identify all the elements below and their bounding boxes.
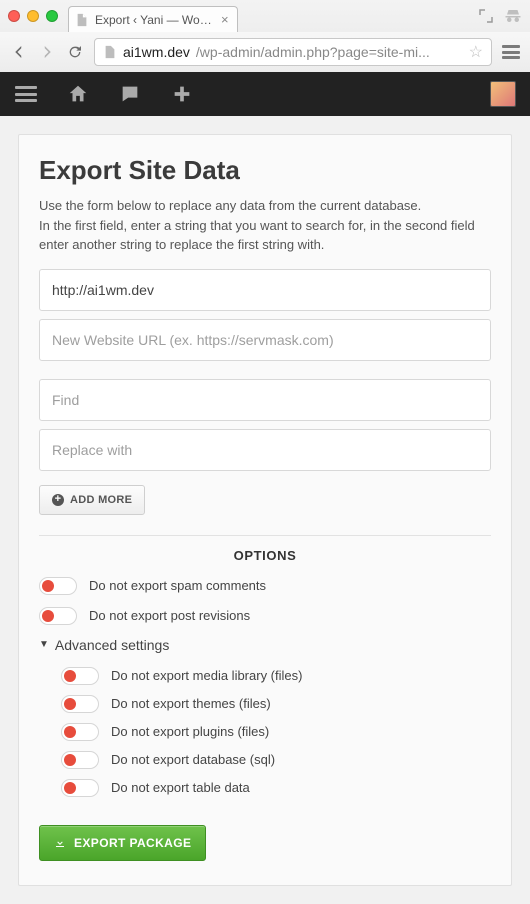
- export-button-label: EXPORT PACKAGE: [74, 836, 191, 850]
- toggle-themes[interactable]: [61, 695, 99, 713]
- toggle-media[interactable]: [61, 667, 99, 685]
- toggle-knob: [64, 726, 76, 738]
- address-bar[interactable]: ai1wm.dev/wp-admin/admin.php?page=site-m…: [94, 38, 492, 66]
- window-zoom-button[interactable]: [46, 10, 58, 22]
- option-tabledata-label: Do not export table data: [111, 780, 250, 795]
- toggle-knob: [64, 754, 76, 766]
- option-media-row: Do not export media library (files): [61, 667, 491, 685]
- wp-comments-link[interactable]: [118, 82, 142, 106]
- reload-button[interactable]: [66, 43, 84, 61]
- page-favicon-icon: [75, 13, 89, 27]
- tab-title: Export ‹ Yani — WordPress: [95, 13, 215, 27]
- page-icon: [103, 45, 117, 59]
- add-more-label: ADD MORE: [70, 494, 132, 506]
- comment-icon: [119, 83, 141, 105]
- toggle-knob: [64, 782, 76, 794]
- browser-toolbar: ai1wm.dev/wp-admin/admin.php?page=site-m…: [0, 32, 530, 72]
- export-package-button[interactable]: EXPORT PACKAGE: [39, 825, 206, 861]
- bookmark-star-icon[interactable]: ☆: [469, 42, 483, 62]
- url-path: /wp-admin/admin.php?page=site-mi...: [196, 44, 430, 60]
- intro-line-1: Use the form below to replace any data f…: [39, 198, 421, 213]
- window-close-button[interactable]: [8, 10, 20, 22]
- option-plugins-label: Do not export plugins (files): [111, 724, 269, 739]
- toggle-knob: [64, 698, 76, 710]
- option-themes-row: Do not export themes (files): [61, 695, 491, 713]
- advanced-settings-toggle[interactable]: ▼ Advanced settings: [39, 637, 491, 653]
- option-revisions-row: Do not export post revisions: [39, 607, 491, 625]
- intro-line-2: In the first field, enter a string that …: [39, 218, 475, 253]
- old-url-input[interactable]: [39, 269, 491, 311]
- wp-home-link[interactable]: [66, 82, 90, 106]
- page-title: Export Site Data: [39, 155, 491, 186]
- browser-titlebar: Export ‹ Yani — WordPress ×: [0, 0, 530, 32]
- window-minimize-button[interactable]: [27, 10, 39, 22]
- plus-icon: [171, 83, 193, 105]
- toggle-knob: [42, 580, 54, 592]
- new-url-input[interactable]: [39, 319, 491, 361]
- options-heading: OPTIONS: [39, 535, 491, 563]
- export-panel: Export Site Data Use the form below to r…: [18, 134, 512, 886]
- browser-menu-button[interactable]: [502, 43, 520, 61]
- option-spam-label: Do not export spam comments: [89, 578, 266, 593]
- option-database-label: Do not export database (sql): [111, 752, 275, 767]
- option-spam-row: Do not export spam comments: [39, 577, 491, 595]
- replace-input[interactable]: [39, 429, 491, 471]
- toggle-plugins[interactable]: [61, 723, 99, 741]
- toggle-revisions[interactable]: [39, 607, 77, 625]
- toggle-knob: [64, 670, 76, 682]
- tab-close-icon[interactable]: ×: [221, 12, 229, 27]
- option-database-row: Do not export database (sql): [61, 751, 491, 769]
- incognito-icon[interactable]: [504, 7, 522, 25]
- intro-text: Use the form below to replace any data f…: [39, 196, 491, 255]
- wp-user-avatar[interactable]: [490, 81, 516, 107]
- browser-chrome: Export ‹ Yani — WordPress × ai1wm.dev/wp…: [0, 0, 530, 72]
- wp-new-link[interactable]: [170, 82, 194, 106]
- browser-tab[interactable]: Export ‹ Yani — WordPress ×: [68, 6, 238, 32]
- wp-admin-bar: [0, 72, 530, 116]
- option-revisions-label: Do not export post revisions: [89, 608, 250, 623]
- caret-down-icon: ▼: [39, 639, 49, 650]
- toggle-knob: [42, 610, 54, 622]
- hamburger-icon: [502, 45, 520, 59]
- option-plugins-row: Do not export plugins (files): [61, 723, 491, 741]
- forward-button[interactable]: [38, 43, 56, 61]
- toggle-spam[interactable]: [39, 577, 77, 595]
- expand-icon[interactable]: [478, 8, 494, 24]
- option-media-label: Do not export media library (files): [111, 668, 302, 683]
- add-more-button[interactable]: + ADD MORE: [39, 485, 145, 515]
- option-themes-label: Do not export themes (files): [111, 696, 271, 711]
- toggle-database[interactable]: [61, 751, 99, 769]
- advanced-settings-label: Advanced settings: [55, 637, 169, 653]
- wp-menu-toggle[interactable]: [14, 82, 38, 106]
- home-icon: [67, 83, 89, 105]
- hamburger-icon: [15, 86, 37, 102]
- option-tabledata-row: Do not export table data: [61, 779, 491, 797]
- find-input[interactable]: [39, 379, 491, 421]
- plus-circle-icon: +: [52, 494, 64, 506]
- content-area: Export Site Data Use the form below to r…: [0, 116, 530, 904]
- toggle-tabledata[interactable]: [61, 779, 99, 797]
- url-host: ai1wm.dev: [123, 44, 190, 60]
- back-button[interactable]: [10, 43, 28, 61]
- window-controls: [8, 10, 58, 22]
